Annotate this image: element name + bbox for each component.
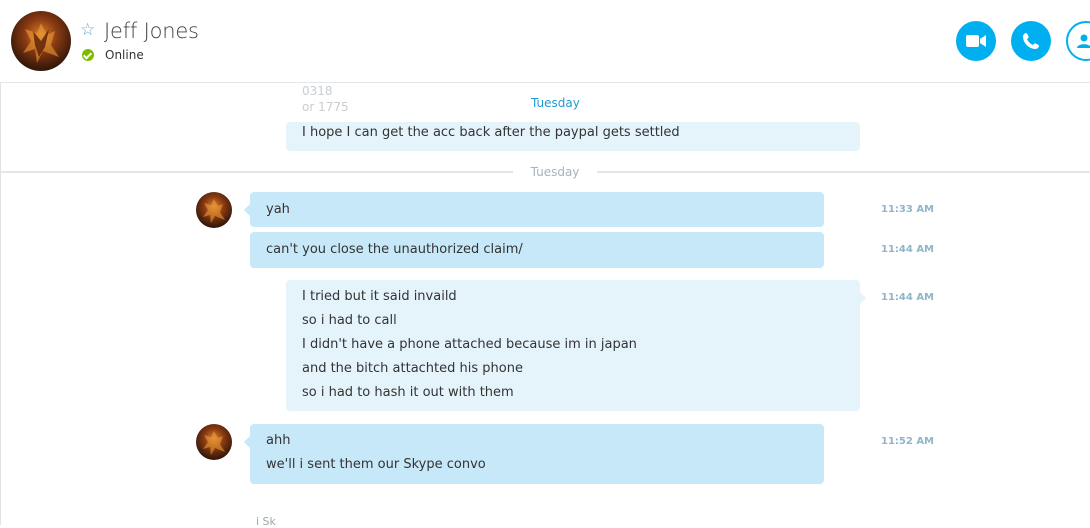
bubble-tail xyxy=(860,292,866,304)
audio-call-button[interactable] xyxy=(1011,21,1051,61)
avatar-art xyxy=(203,431,225,455)
message-text: so i had to call xyxy=(302,313,397,328)
conversation-header: ☆ Jeff Jones Online xyxy=(0,0,1090,83)
message-bubble-self[interactable]: I tried but it said invaild so i had to … xyxy=(286,280,860,411)
sticky-date-label: Tuesday xyxy=(531,96,580,110)
sender-avatar[interactable] xyxy=(196,424,232,460)
message-timestamp: 11:52 AM xyxy=(881,436,935,447)
message-text: and the bitch attachted his phone xyxy=(302,361,523,376)
add-person-icon xyxy=(1077,34,1090,48)
message-timestamp: 11:33 AM xyxy=(881,204,935,215)
date-separator: Tuesday xyxy=(513,165,597,179)
contact-avatar[interactable] xyxy=(11,11,71,71)
video-call-button[interactable] xyxy=(956,21,996,61)
phone-icon xyxy=(1023,33,1039,49)
message-timestamp: 11:44 AM xyxy=(881,244,935,255)
message-text: so i had to hash it out with them xyxy=(302,385,514,400)
message-bubble-contact[interactable]: ahh we'll i sent them our Skype convo xyxy=(250,424,824,484)
avatar-art xyxy=(23,23,59,63)
date-separator-line-right xyxy=(597,172,1090,173)
message-text: I tried but it said invaild xyxy=(302,289,457,304)
message-text: we'll i sent them our Skype convo xyxy=(266,457,486,472)
presence-status: Online xyxy=(105,48,144,62)
add-contact-button[interactable] xyxy=(1066,21,1090,61)
online-status-icon xyxy=(82,49,94,61)
message-bubble-self[interactable]: I hope I can get the acc back after the … xyxy=(286,122,860,151)
message-text: ahh xyxy=(266,433,291,448)
message-text: can't you close the unauthorized claim/ xyxy=(266,242,523,257)
partial-next-message: i Sk xyxy=(256,515,276,528)
message-text: yah xyxy=(266,202,290,217)
faded-history-line: 0318 xyxy=(302,84,333,98)
faded-history-line: or 1775 xyxy=(302,100,349,114)
message-text: I didn't have a phone attached because i… xyxy=(302,337,637,352)
sender-avatar[interactable] xyxy=(196,192,232,228)
message-bubble-contact[interactable]: yah xyxy=(250,192,824,227)
contact-name[interactable]: Jeff Jones xyxy=(104,19,199,43)
favorite-star-icon[interactable]: ☆ xyxy=(80,22,95,39)
message-bubble-contact[interactable]: can't you close the unauthorized claim/ xyxy=(250,232,824,268)
avatar-art xyxy=(203,199,225,223)
message-text: I hope I can get the acc back after the … xyxy=(302,125,680,140)
video-camera-icon xyxy=(966,35,986,47)
message-timestamp: 11:44 AM xyxy=(881,292,935,303)
date-separator-line-left xyxy=(0,172,513,173)
